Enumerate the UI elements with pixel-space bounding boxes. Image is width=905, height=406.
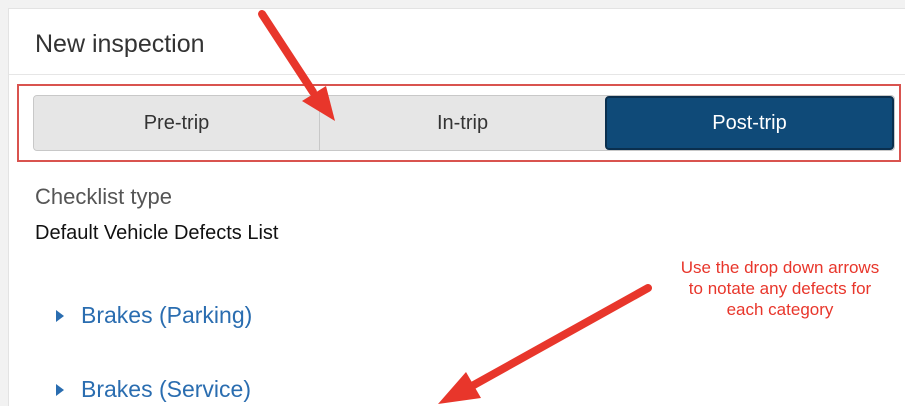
caret-right-icon[interactable] <box>56 383 64 396</box>
category-label[interactable]: Brakes (Parking) <box>81 302 252 329</box>
checklist-type-value: Default Vehicle Defects List <box>35 222 279 244</box>
category-brakes-parking[interactable]: Brakes (Parking) <box>56 302 252 329</box>
title-divider <box>9 74 905 75</box>
page-title: New inspection <box>35 30 205 58</box>
tab-in-trip[interactable]: In-trip <box>319 96 605 150</box>
annotation-note: Use the drop down arrows to notate any d… <box>680 258 880 319</box>
category-label[interactable]: Brakes (Service) <box>81 376 251 403</box>
category-brakes-service[interactable]: Brakes (Service) <box>56 376 251 403</box>
trip-type-selector: Pre-trip In-trip Post-trip <box>33 95 895 151</box>
checklist-type-label: Checklist type <box>35 184 172 209</box>
tab-pre-trip[interactable]: Pre-trip <box>34 96 319 150</box>
caret-right-icon[interactable] <box>56 309 64 322</box>
tab-post-trip[interactable]: Post-trip <box>605 96 894 150</box>
